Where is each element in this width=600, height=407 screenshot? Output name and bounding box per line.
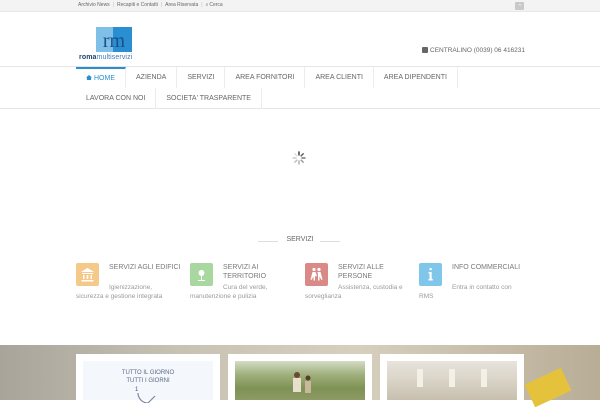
feature-title: SERVIZI ALLE PERSONE (338, 264, 384, 280)
separator: | (201, 2, 203, 8)
logo-text-bold: roma (79, 54, 97, 61)
logo-mark-icon: rm (96, 27, 132, 52)
feature-title: SERVIZI AI TERRITORIO (223, 264, 267, 280)
phone-icon (422, 47, 428, 53)
logo-text-light: multiservizi (96, 54, 133, 61)
contact-phone: CENTRALINO (0039) 06 416231 (422, 47, 525, 54)
promo-card-line1: TUTTO IL GIORNO (121, 370, 175, 376)
nav-item-servizi[interactable]: SERVIZI (177, 67, 226, 88)
promo-card-line2: TUTTI I GIORNI (126, 378, 170, 384)
top-link-recapiti[interactable]: Recapiti e Contatti (117, 2, 158, 8)
loading-spinner-icon (292, 151, 306, 165)
separator: | (160, 2, 163, 8)
top-links: Archivio News | Recapiti e Contatti | Area R… (78, 2, 223, 8)
nav-item-area-clienti[interactable]: AREA CLIENTI (305, 67, 374, 88)
feature-desc: Assistenza, custodia e sorveglianza (305, 284, 403, 300)
header: rm romamultiservizi CENTRALINO (0039) 06… (0, 12, 600, 67)
feature-title: SERVIZI AGLI EDIFICI (109, 264, 181, 271)
main-nav: HOME AZIENDA SERVIZI AREA FORNITORI AREA… (0, 66, 600, 109)
top-link-cerca[interactable]: Cerca (209, 2, 222, 8)
nav-item-area-fornitori[interactable]: AREA FORNITORI (225, 67, 306, 88)
logo-text: romamultiservizi (79, 54, 132, 61)
nav-item-home[interactable]: HOME (76, 67, 126, 88)
logo-mark-text: rm (103, 30, 126, 52)
nav-item-lavora-con-noi[interactable]: LAVORA CON NOI (76, 88, 157, 109)
nav-item-area-dipendenti[interactable]: AREA DIPENDENTI (374, 67, 458, 88)
promo-card-image (235, 361, 365, 400)
nav-row-2: LAVORA CON NOI SOCIETA' TRASPARENTE (76, 88, 262, 109)
nav-item-azienda[interactable]: AZIENDA (126, 67, 178, 88)
home-icon (86, 75, 92, 80)
clock-chart-icon (137, 392, 156, 403)
feature-desc: Entra in contatto con RMS (419, 284, 512, 300)
feature-desc: Igienizzazione, sicurezza e gestione int… (76, 284, 163, 300)
logo[interactable]: rm romamultiservizi (79, 27, 149, 63)
promo-card-content: TUTTO IL GIORNO TUTTI I GIORNI 1 (83, 361, 213, 403)
feature-desc: Cura del verde, manutenzione e pulizia (190, 284, 268, 300)
divider (320, 241, 340, 242)
section-title-servizi: SERVIZI (286, 236, 314, 243)
nav-label: HOME (94, 75, 115, 82)
top-link-archivio-news[interactable]: Archivio News (78, 2, 110, 8)
interior-photo-icon (417, 369, 487, 387)
top-bar: Archivio News | Recapiti e Contatti | Area R… (0, 0, 600, 12)
rss-icon[interactable]: ◔ (515, 2, 524, 10)
nav-row-1: HOME AZIENDA SERVIZI AREA FORNITORI AREA… (76, 67, 458, 88)
promo-card-3[interactable] (380, 354, 524, 400)
contact-text: CENTRALINO (0039) 06 416231 (430, 47, 526, 54)
top-link-area-riservata[interactable]: Area Riservata (165, 2, 198, 8)
people-photo-icon (293, 372, 311, 393)
promo-card-2[interactable] (228, 354, 372, 400)
feature-title: INFO COMMERCIALI (452, 264, 521, 271)
separator: | (112, 2, 114, 8)
promo-card-image (387, 361, 517, 400)
promo-card-1[interactable]: TUTTO IL GIORNO TUTTI I GIORNI 1 (76, 354, 220, 403)
slider-area (0, 110, 600, 225)
search-icon: ⌕ (205, 2, 209, 8)
nav-item-societa-trasparente[interactable]: SOCIETA' TRASPARENTE (156, 88, 262, 109)
